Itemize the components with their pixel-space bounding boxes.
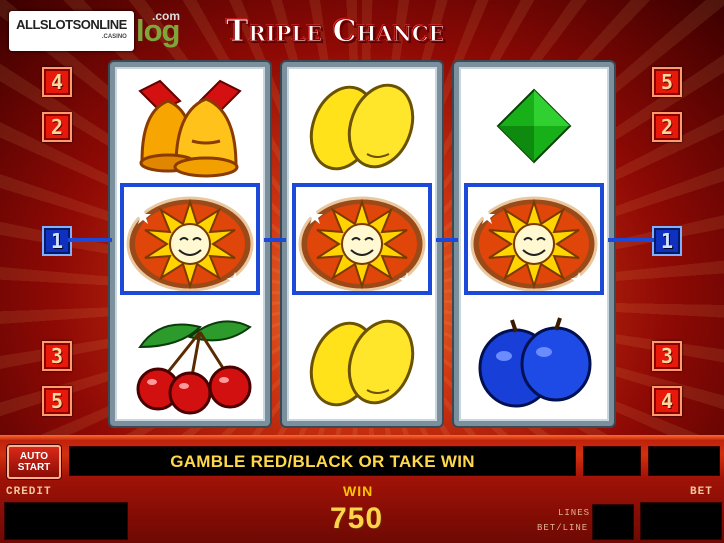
win-amount: 750: [330, 502, 384, 535]
game-screen: ALLSLOTSONLINE .CASINO .com log Triple C…: [0, 0, 724, 543]
logo-text: ALLSLOTSONLINE: [16, 17, 127, 32]
message-text: GAMBLE RED/BLACK OR TAKE WIN: [170, 452, 475, 471]
cherry-icon: [115, 303, 265, 421]
line-marker-right-3[interactable]: 3: [652, 341, 682, 371]
payline-1-mid-a: [264, 238, 286, 242]
message-display: GAMBLE RED/BLACK OR TAKE WIN: [69, 446, 576, 476]
bet-display: [640, 502, 722, 540]
plum-icon: [459, 303, 609, 421]
lemon-icon: [287, 67, 437, 185]
line-marker-right-5[interactable]: 5: [652, 67, 682, 97]
win-highlight-reel-2: [292, 183, 432, 295]
payline-1-left: [68, 238, 112, 242]
betline-label: BET/LINE: [537, 523, 589, 533]
payline-1-right: [608, 238, 654, 242]
bet-label: BET: [690, 486, 713, 498]
payline-1-mid-b: [436, 238, 458, 242]
autostart-label-2: START: [17, 462, 51, 473]
line-marker-right-4[interactable]: 4: [652, 386, 682, 416]
display-box-1: [583, 446, 641, 476]
win-highlight-reel-1: [120, 183, 260, 295]
betline-display: [592, 504, 634, 540]
game-title: Triple Chance: [226, 14, 446, 50]
logo-blog: log: [136, 13, 180, 48]
autostart-button[interactable]: AUTO START: [7, 445, 61, 479]
credit-label: CREDIT: [6, 486, 52, 498]
logo-sub: .CASINO: [101, 34, 127, 40]
lines-label: LINES: [558, 508, 591, 518]
diamond-icon: [459, 67, 609, 185]
bell-icon: [115, 67, 265, 185]
header: ALLSLOTSONLINE .CASINO .com log Triple C…: [0, 0, 724, 56]
line-marker-left-2[interactable]: 2: [42, 112, 72, 142]
site-logo: ALLSLOTSONLINE .CASINO: [9, 11, 134, 51]
win-label: WIN: [343, 483, 374, 499]
autostart-label-1: AUTO: [19, 451, 49, 462]
display-box-2: [648, 446, 720, 476]
line-marker-right-1[interactable]: 1: [652, 226, 682, 256]
line-marker-left-5[interactable]: 5: [42, 386, 72, 416]
line-marker-left-4[interactable]: 4: [42, 67, 72, 97]
line-marker-left-3[interactable]: 3: [42, 341, 72, 371]
win-highlight-reel-3: [464, 183, 604, 295]
line-marker-right-2[interactable]: 2: [652, 112, 682, 142]
credit-display: [4, 502, 128, 540]
lemon-icon: [287, 303, 437, 421]
